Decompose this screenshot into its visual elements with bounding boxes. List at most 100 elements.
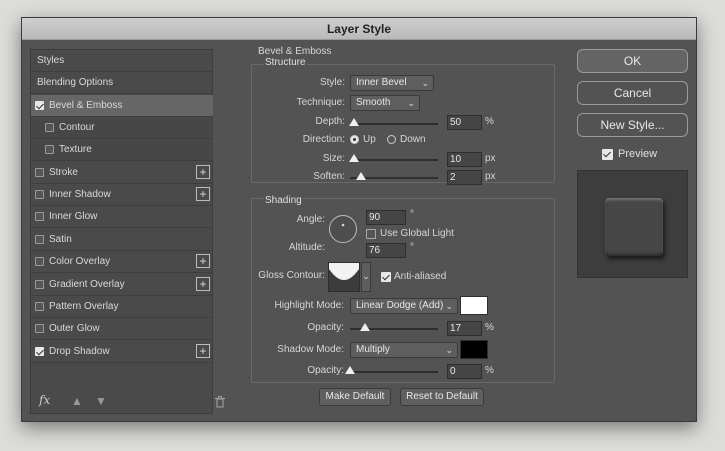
depth-slider-thumb[interactable] xyxy=(349,118,360,126)
style-item-checkbox[interactable] xyxy=(35,301,44,311)
style-item-satin[interactable]: Satin xyxy=(31,229,213,251)
style-item-checkbox[interactable] xyxy=(35,167,44,177)
size-slider-track[interactable] xyxy=(350,159,438,161)
style-item-texture[interactable]: Texture xyxy=(31,139,213,162)
shadow-mode-value: Multiply xyxy=(356,344,390,355)
shadow-opacity-input[interactable]: 0 xyxy=(447,364,482,379)
highlight-color-swatch[interactable] xyxy=(460,296,488,315)
add-style-instance-plus-icon[interactable]: + xyxy=(196,164,210,179)
style-item-inner-shadow[interactable]: Inner Shadow + xyxy=(31,184,213,207)
technique-label: Technique: xyxy=(296,97,345,108)
size-input[interactable]: 10 xyxy=(447,152,482,167)
gloss-contour-label: Gloss Contour: xyxy=(258,270,325,281)
add-style-instance-plus-icon[interactable]: + xyxy=(196,343,210,358)
reset-to-default-button[interactable]: Reset to Default xyxy=(400,388,484,406)
trash-icon[interactable] xyxy=(215,396,225,408)
style-item-blending-options[interactable]: Blending Options xyxy=(31,72,213,95)
preview-checkbox[interactable] xyxy=(602,149,613,160)
shadow-opacity-slider-track[interactable] xyxy=(350,371,438,373)
depth-input[interactable]: 50 xyxy=(447,115,482,130)
direction-label: Direction: xyxy=(302,134,345,145)
style-item-stroke[interactable]: Stroke + xyxy=(31,162,213,184)
highlight-opacity-label: Opacity: xyxy=(307,322,344,333)
style-item-pattern-overlay[interactable]: Pattern Overlay xyxy=(31,296,213,318)
style-item-checkbox[interactable] xyxy=(35,234,44,244)
structure-group: Structure Style: Inner Bevel ⌄ Technique:… xyxy=(251,57,555,185)
style-item-styles[interactable]: Styles xyxy=(31,50,213,72)
angle-input[interactable]: 90 xyxy=(366,210,406,225)
chevron-down-icon: ⌄ xyxy=(445,301,453,311)
highlight-mode-dropdown[interactable]: Linear Dodge (Add) ⌄ xyxy=(350,298,458,314)
add-style-instance-plus-icon[interactable]: + xyxy=(196,187,210,202)
use-global-light-label: Use Global Light xyxy=(380,228,454,239)
size-slider-thumb[interactable] xyxy=(348,154,359,162)
technique-dropdown-value: Smooth xyxy=(356,97,391,108)
technique-dropdown[interactable]: Smooth ⌄ xyxy=(350,95,420,111)
style-item-checkbox[interactable] xyxy=(35,324,44,334)
style-item-contour[interactable]: Contour xyxy=(31,117,213,140)
soften-slider-thumb[interactable] xyxy=(356,172,366,180)
make-default-button[interactable]: Make Default xyxy=(319,388,391,406)
style-item-drop-shadow[interactable]: Drop Shadow + xyxy=(31,341,213,363)
style-item-label: Satin xyxy=(49,233,72,245)
style-item-checkbox[interactable] xyxy=(45,145,54,155)
add-style-instance-plus-icon[interactable]: + xyxy=(196,276,210,291)
highlight-opacity-input[interactable]: 17 xyxy=(447,321,482,336)
style-item-checkbox[interactable] xyxy=(35,212,44,222)
style-item-checkbox[interactable] xyxy=(35,346,44,356)
shadow-color-swatch[interactable] xyxy=(460,340,488,359)
styles-panel-footer: fx ▲ ▼ xyxy=(31,391,225,413)
shadow-opacity-unit: % xyxy=(485,365,494,376)
arrow-down-icon[interactable]: ▼ xyxy=(95,394,107,408)
title-bar[interactable]: Layer Style xyxy=(22,18,696,40)
depth-slider-track[interactable] xyxy=(350,123,438,125)
style-item-label: Drop Shadow xyxy=(49,345,110,357)
altitude-input[interactable]: 76 xyxy=(366,243,406,258)
style-item-label: Contour xyxy=(59,122,95,134)
direction-down-label: Down xyxy=(400,134,426,145)
style-dropdown-value: Inner Bevel xyxy=(356,77,407,88)
add-style-instance-plus-icon[interactable]: + xyxy=(196,254,210,269)
style-item-inner-glow[interactable]: Inner Glow xyxy=(31,206,213,229)
style-item-checkbox[interactable] xyxy=(35,279,44,289)
ok-button[interactable]: OK xyxy=(577,49,688,73)
style-item-checkbox[interactable] xyxy=(35,100,44,110)
arrow-up-icon[interactable]: ▲ xyxy=(71,394,83,408)
style-item-outer-glow[interactable]: Outer Glow xyxy=(31,318,213,341)
use-global-light-checkbox[interactable] xyxy=(366,229,376,239)
highlight-opacity-slider-thumb[interactable] xyxy=(359,323,370,331)
style-item-bevel-and-emboss[interactable]: Bevel & Emboss xyxy=(31,94,213,117)
angle-label: Angle: xyxy=(296,214,325,225)
contour-curve-icon xyxy=(329,263,359,280)
new-style-button[interactable]: New Style... xyxy=(577,113,688,137)
style-item-checkbox[interactable] xyxy=(35,257,44,267)
shadow-mode-dropdown[interactable]: Multiply ⌄ xyxy=(350,342,458,358)
contour-chevron-down-icon[interactable]: ⌄ xyxy=(361,262,371,292)
style-item-label: Outer Glow xyxy=(49,323,100,335)
altitude-unit: ° xyxy=(410,242,414,253)
style-item-color-overlay[interactable]: Color Overlay + xyxy=(31,251,213,274)
bevel-emboss-heading: Bevel & Emboss xyxy=(258,46,332,57)
style-item-checkbox[interactable] xyxy=(35,190,44,200)
direction-up-radio[interactable] xyxy=(350,135,359,144)
gloss-contour-swatch[interactable] xyxy=(328,262,360,292)
cancel-button[interactable]: Cancel xyxy=(577,81,688,105)
styles-list-panel: Styles Blending Options Bevel & Emboss Cont… xyxy=(30,49,225,414)
style-dropdown[interactable]: Inner Bevel ⌄ xyxy=(350,75,434,91)
anti-aliased-checkbox[interactable] xyxy=(381,272,391,282)
style-item-gradient-overlay[interactable]: Gradient Overlay + xyxy=(31,274,213,296)
depth-label: Depth: xyxy=(315,116,345,127)
fx-menu-button[interactable]: fx xyxy=(39,393,50,407)
size-unit: px xyxy=(485,153,496,164)
direction-down-radio[interactable] xyxy=(387,135,396,144)
style-item-checkbox[interactable] xyxy=(45,123,54,133)
shadow-opacity-slider-thumb[interactable] xyxy=(345,366,355,374)
style-item-label: Bevel & Emboss xyxy=(49,99,123,111)
angle-unit: ° xyxy=(410,209,414,220)
chevron-down-icon: ⌄ xyxy=(445,345,453,355)
soften-input[interactable]: 2 xyxy=(447,170,482,185)
angle-dial[interactable] xyxy=(328,214,358,244)
style-item-label: Inner Glow xyxy=(49,211,98,223)
style-item-label: Inner Shadow xyxy=(49,189,111,201)
highlight-mode-value: Linear Dodge (Add) xyxy=(356,300,444,311)
